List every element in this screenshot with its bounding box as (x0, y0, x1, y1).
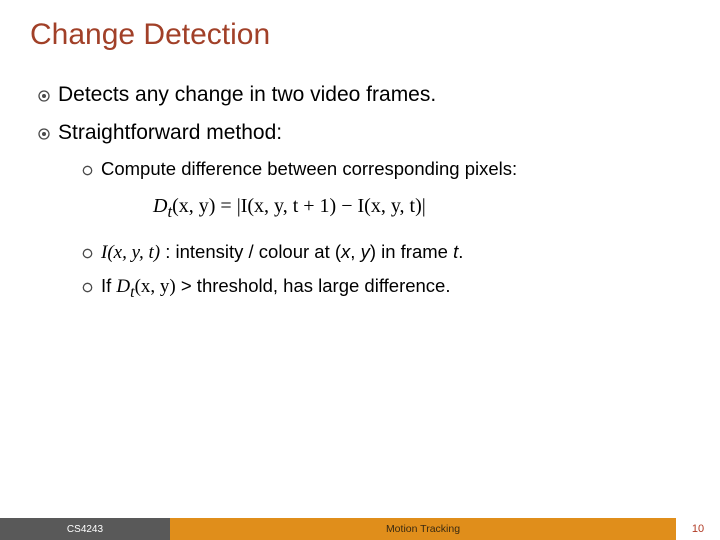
inline-math: I(x, y, t) (101, 242, 160, 263)
content-area: Detects any change in two video frames. … (38, 70, 690, 303)
footer-title: Motion Tracking (170, 518, 676, 540)
formula-part: (x, y) = |I(x, y, t + 1) − I(x, y, t)| (172, 195, 426, 217)
bullet-level1: Straightforward method: (38, 120, 690, 146)
circle-bullet-icon (82, 246, 93, 264)
bullet-level2: If Dt(x, y) > threshold, has large diffe… (82, 274, 690, 303)
circle-bullet-icon (82, 280, 93, 298)
inline-math: D (116, 276, 130, 297)
text-span: , (350, 241, 360, 262)
footer-course-code: CS4243 (0, 518, 170, 540)
footer-page-number: 10 (676, 518, 720, 540)
inline-math: (x, y) (135, 276, 176, 297)
circle-bullet-icon (82, 163, 93, 181)
bullet-text: I(x, y, t) : intensity / colour at (x, y… (101, 240, 463, 265)
text-span: . (458, 241, 463, 262)
formula-part: D (153, 195, 167, 217)
slide: Change Detection Detects any change in t… (0, 0, 720, 540)
text-span: y (361, 241, 370, 262)
bullet-level1: Detects any change in two video frames. (38, 82, 690, 108)
text-span: ) in frame (370, 241, 453, 262)
formula: Dt(x, y) = |I(x, y, t + 1) − I(x, y, t)| (153, 195, 690, 222)
bullet-text: Compute difference between corresponding… (101, 157, 517, 180)
text-span: If (101, 275, 116, 296)
bullet-text: Straightforward method: (58, 120, 282, 146)
text-span: > threshold, has large difference. (176, 275, 451, 296)
text-span: x (341, 241, 350, 262)
bullet-text: If Dt(x, y) > threshold, has large diffe… (101, 274, 450, 303)
bullet-level2: Compute difference between corresponding… (82, 157, 690, 181)
bullet-text: Detects any change in two video frames. (58, 82, 436, 108)
slide-title: Change Detection (30, 18, 270, 52)
target-bullet-icon (38, 89, 50, 107)
text-span: : intensity / colour at ( (160, 241, 341, 262)
footer: CS4243 Motion Tracking 10 (0, 514, 720, 540)
bullet-level2: I(x, y, t) : intensity / colour at (x, y… (82, 240, 690, 265)
target-bullet-icon (38, 127, 50, 145)
